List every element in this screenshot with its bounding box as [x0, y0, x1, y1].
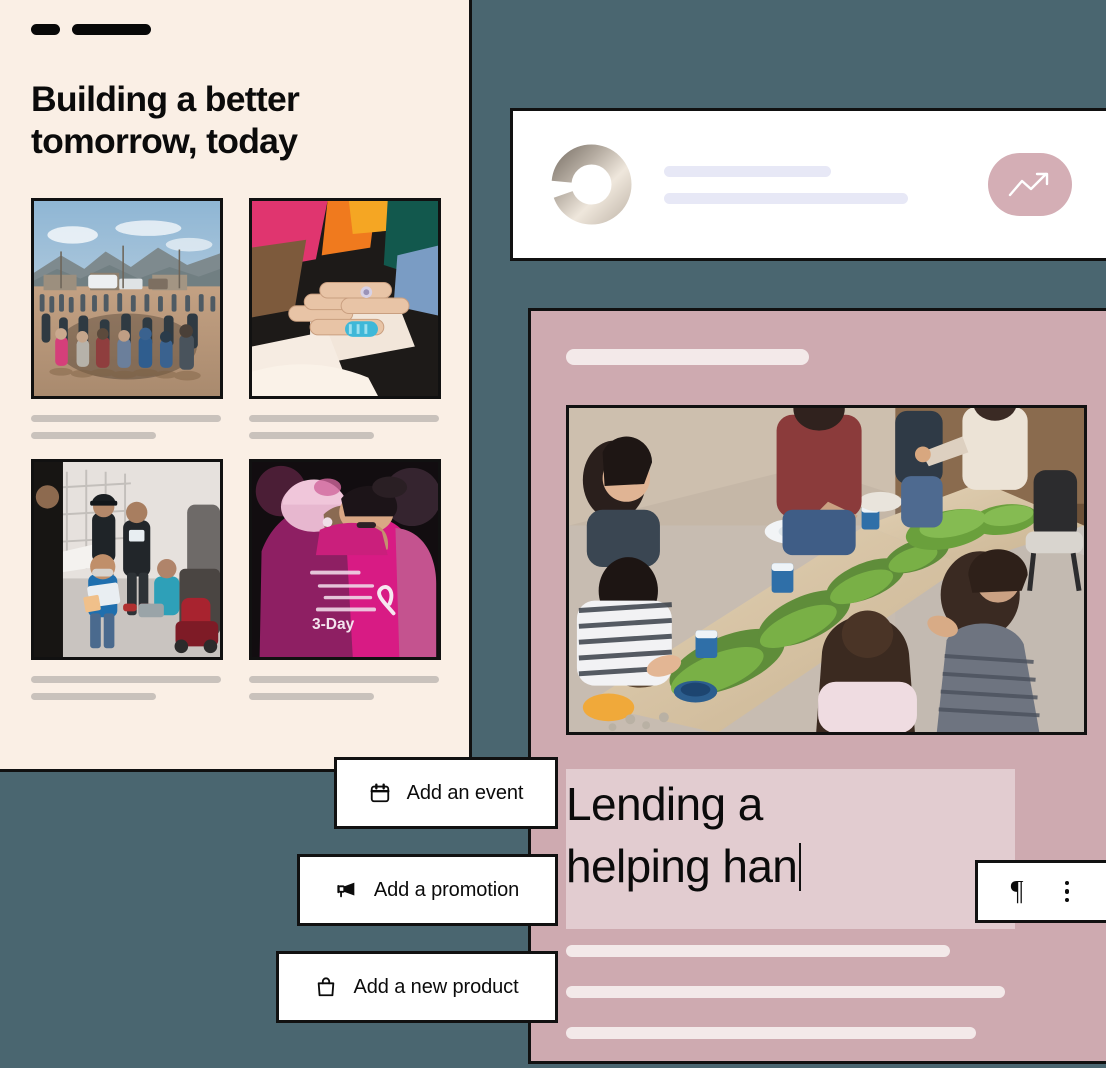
add-product-label: Add a new product [353, 975, 519, 998]
post-body-skeletons [566, 945, 1086, 1039]
add-promotion-label: Add a promotion [373, 878, 520, 901]
photo-grid: 3-Day [31, 198, 441, 700]
stats-card [510, 108, 1106, 261]
skeleton-line [31, 676, 221, 683]
skeleton-line [566, 986, 1005, 998]
photo-food-distribution [31, 459, 223, 660]
photo-cell[interactable] [249, 198, 441, 439]
add-product-button[interactable]: Add a new product [276, 951, 558, 1023]
trending-up-icon[interactable] [988, 153, 1072, 216]
logo-placeholder-pill-long [72, 24, 151, 35]
photo-caption-skeletons [31, 676, 223, 700]
photo-gardening-workshop[interactable] [566, 405, 1087, 735]
skeleton-line [31, 415, 221, 422]
post-editor-card: Lending a helping han [528, 308, 1106, 1064]
calendar-icon [369, 782, 391, 804]
photo-caption-skeletons [249, 415, 441, 439]
add-event-button[interactable]: Add an event [334, 757, 558, 829]
photo-caption-skeletons [31, 415, 223, 439]
brand-mark [31, 24, 151, 35]
more-vertical-icon[interactable] [1061, 877, 1074, 907]
page-title: Building a better tomorrow, today [31, 79, 300, 161]
megaphone-icon [336, 879, 358, 901]
add-event-label: Add an event [406, 781, 524, 804]
photo-cell[interactable]: 3-Day [249, 459, 441, 700]
stats-skeleton-group [664, 165, 964, 204]
skeleton-line [566, 1027, 976, 1039]
text-caret [799, 843, 802, 891]
editor-toolbar: ¶ [975, 860, 1106, 923]
paragraph-style-button[interactable]: ¶ [1011, 877, 1024, 906]
skeleton-line [664, 165, 831, 177]
svg-text:3-Day: 3-Day [312, 616, 355, 633]
donut-progress-ring [551, 144, 632, 225]
site-preview-card: Building a better tomorrow, today 3-Day [0, 0, 472, 772]
skeleton-line [249, 415, 439, 422]
photo-cell[interactable] [31, 459, 223, 700]
photo-village-gathering [31, 198, 223, 399]
skeleton-line [31, 693, 156, 700]
photo-cell[interactable] [31, 198, 223, 439]
photo-hands-together [249, 198, 441, 399]
skeleton-line [249, 693, 374, 700]
skeleton-line [664, 192, 908, 204]
skeleton-line [249, 432, 374, 439]
skeleton-line [566, 945, 950, 957]
skeleton-line [249, 676, 439, 683]
photo-caption-skeletons [249, 676, 441, 700]
logo-placeholder-pill-short [31, 24, 60, 35]
post-title-skeleton [566, 349, 809, 365]
skeleton-line [31, 432, 156, 439]
photo-charity-walk-hug: 3-Day [249, 459, 441, 660]
add-promotion-button[interactable]: Add a promotion [297, 854, 558, 926]
post-headline-text: Lending a helping han [566, 778, 798, 892]
shopping-bag-icon [315, 976, 337, 998]
